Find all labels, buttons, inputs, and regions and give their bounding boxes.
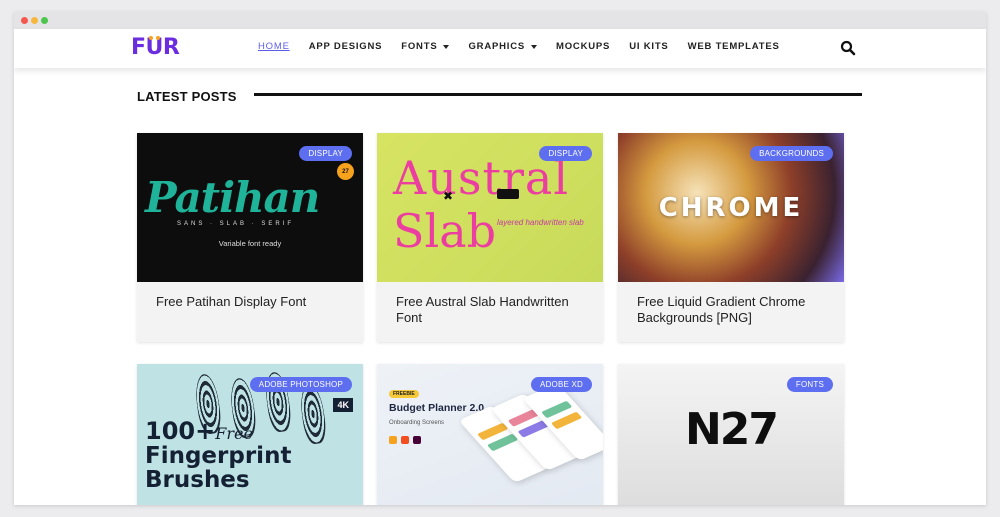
- post-card-budget-planner[interactable]: FREEBIE Budget Planner 2.0 Onboarding Sc…: [377, 364, 603, 505]
- thumb-heading: Budget Planner 2.0: [389, 402, 485, 414]
- post-thumbnail[interactable]: 100+Free Fingerprint Brushes 4K ADOBE PH…: [137, 364, 363, 505]
- thumb-heading: N27: [684, 404, 779, 455]
- post-thumbnail[interactable]: CHROME BACKGROUNDS: [618, 133, 844, 282]
- thumb-heading: CHROME: [658, 193, 804, 223]
- category-badge[interactable]: FONTS: [786, 377, 833, 392]
- thumb-circle-badge: 27: [337, 163, 354, 180]
- thumb-heading-line2: Fingerprint: [145, 443, 292, 469]
- main-nav: HOME APP DESIGNS FONTS GRAPHICS MOCKUPS …: [258, 41, 799, 52]
- decorative-block: [497, 189, 519, 199]
- category-badge[interactable]: DISPLAY: [539, 146, 592, 161]
- post-title[interactable]: Free Liquid Gradient Chrome Backgrounds …: [618, 282, 844, 342]
- category-badge[interactable]: ADOBE PHOTOSHOP: [249, 377, 352, 392]
- nav-item-ui-kits[interactable]: UI KITS: [629, 41, 668, 52]
- nav-item-web-templates[interactable]: WEB TEMPLATES: [688, 41, 780, 52]
- site-logo[interactable]: FUR: [131, 32, 180, 62]
- thumb-count: 100+: [145, 417, 216, 445]
- browser-window: FUR HOME APP DESIGNS FONTS GRAPHICS MOCK…: [14, 12, 986, 505]
- minimize-window-dot[interactable]: [31, 17, 38, 24]
- post-title[interactable]: Free Austral Slab Handwritten Font: [377, 282, 603, 342]
- thumb-heading: Patihan: [145, 173, 320, 222]
- thumb-heading-line2: Slab: [393, 204, 497, 258]
- section-divider: [254, 93, 862, 96]
- nav-label: MOCKUPS: [556, 41, 611, 52]
- cross-icon: ✖: [443, 189, 454, 203]
- site-header: FUR HOME APP DESIGNS FONTS GRAPHICS MOCK…: [14, 29, 986, 68]
- thumb-heading-line3: Brushes: [145, 467, 250, 493]
- post-card-n27[interactable]: N27 FONTS: [618, 364, 844, 505]
- category-badge[interactable]: ADOBE XD: [531, 377, 592, 392]
- category-badge[interactable]: DISPLAY: [299, 146, 352, 161]
- section-title: LATEST POSTS: [137, 89, 237, 104]
- browser-titlebar: [14, 12, 986, 29]
- nav-label: WEB TEMPLATES: [687, 41, 780, 52]
- post-card-austral-slab[interactable]: Austral Slab layered handwritten slab ✖ …: [377, 133, 603, 342]
- nav-label: APP DESIGNS: [308, 41, 383, 52]
- thumb-tagline: Variable font ready: [218, 239, 282, 248]
- nav-label: UI KITS: [629, 41, 669, 52]
- resolution-badge: 4K: [333, 398, 353, 412]
- thumb-subtext: layered handwritten slab: [497, 218, 584, 227]
- post-thumbnail[interactable]: Patihan SANS · SLAB · SERIF Variable fon…: [137, 133, 363, 282]
- nav-label: GRAPHICS: [468, 41, 526, 52]
- thumb-heading: Austral: [393, 151, 570, 205]
- nav-item-app-designs[interactable]: APP DESIGNS: [309, 41, 383, 52]
- nav-item-mockups[interactable]: MOCKUPS: [556, 41, 610, 52]
- thumb-subtext: SANS · SLAB · SERIF: [177, 221, 295, 227]
- chevron-down-icon: [443, 44, 450, 49]
- maximize-window-dot[interactable]: [41, 17, 48, 24]
- nav-item-fonts[interactable]: FONTS: [401, 41, 450, 52]
- post-thumbnail[interactable]: Austral Slab layered handwritten slab ✖ …: [377, 133, 603, 282]
- thumb-free-label: Free: [215, 424, 253, 443]
- search-icon[interactable]: [840, 40, 856, 56]
- xd-icon: [413, 436, 421, 444]
- nav-label: HOME: [258, 41, 290, 52]
- close-window-dot[interactable]: [21, 17, 28, 24]
- post-title[interactable]: Free Patihan Display Font: [137, 282, 363, 342]
- chevron-down-icon: [531, 44, 538, 49]
- freebie-tag: FREEBIE: [389, 390, 419, 398]
- thumb-heading: 100+Free: [145, 419, 253, 443]
- sketch-icon: [389, 436, 397, 444]
- nav-item-graphics[interactable]: GRAPHICS: [468, 41, 538, 52]
- post-card-patihan[interactable]: Patihan SANS · SLAB · SERIF Variable fon…: [137, 133, 363, 342]
- category-badge[interactable]: BACKGROUNDS: [750, 146, 833, 161]
- figma-icon: [401, 436, 409, 444]
- thumb-subtext: Onboarding Screens: [389, 420, 445, 426]
- nav-label: FONTS: [401, 41, 438, 52]
- post-thumbnail[interactable]: N27 FONTS: [618, 364, 844, 505]
- post-thumbnail[interactable]: FREEBIE Budget Planner 2.0 Onboarding Sc…: [377, 364, 603, 505]
- post-card-fingerprint-brushes[interactable]: 100+Free Fingerprint Brushes 4K ADOBE PH…: [137, 364, 363, 505]
- nav-item-home[interactable]: HOME: [258, 41, 290, 52]
- post-card-chrome[interactable]: CHROME BACKGROUNDS Free Liquid Gradient …: [618, 133, 844, 342]
- fingerprint-graphic: [297, 382, 329, 446]
